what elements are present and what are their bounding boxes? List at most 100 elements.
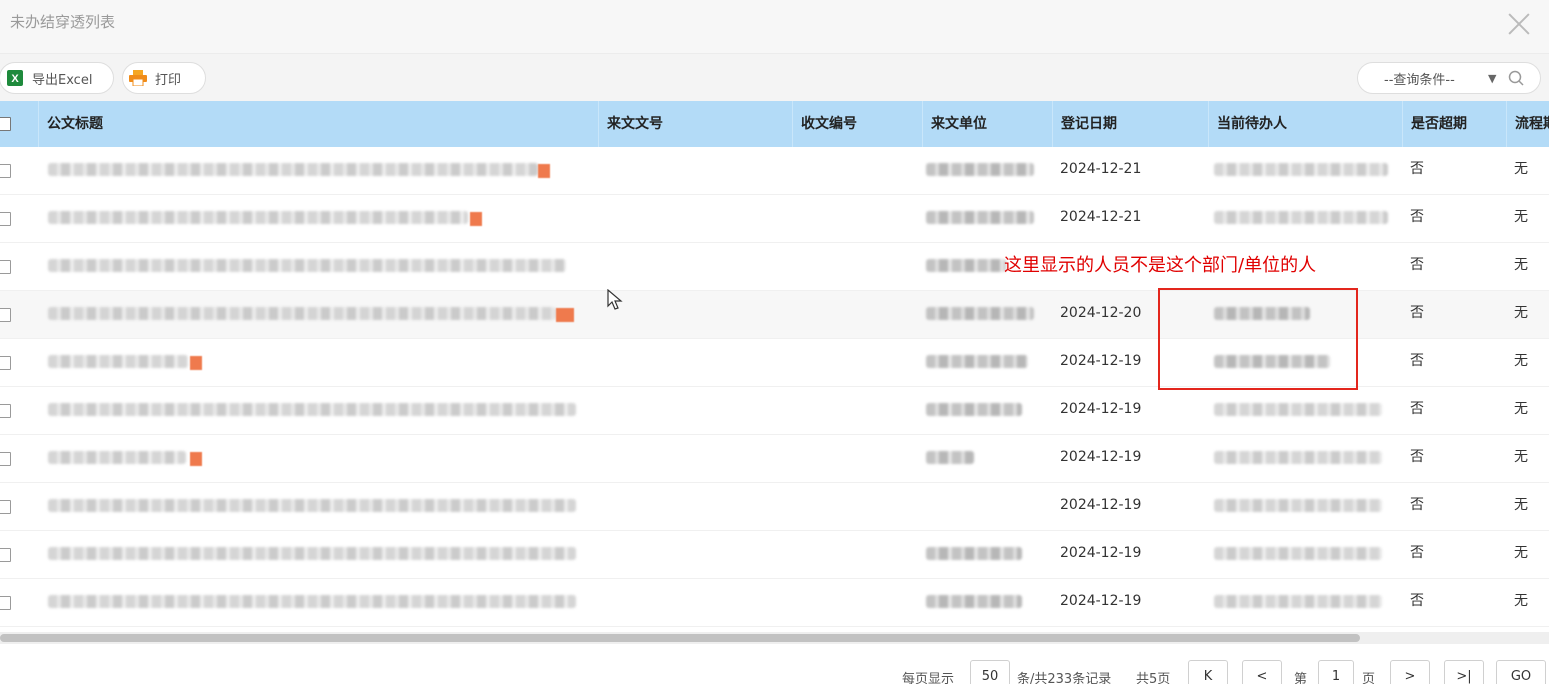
table-row[interactable]: 2024-12-21 否 无 bbox=[0, 195, 1549, 243]
new-marker bbox=[190, 452, 202, 466]
redacted-sender bbox=[926, 307, 1034, 320]
export-excel-button[interactable]: X 导出Excel bbox=[0, 62, 114, 94]
flow-value: 无 bbox=[1514, 449, 1528, 465]
total-records-label: 条/共233条记录 bbox=[1017, 672, 1112, 684]
first-page-button[interactable]: K bbox=[1188, 660, 1228, 684]
page-number-input[interactable]: 1 bbox=[1318, 660, 1354, 684]
redacted-title bbox=[48, 595, 576, 608]
redacted-sender bbox=[926, 259, 1006, 272]
per-page-input[interactable]: 50 bbox=[970, 660, 1010, 684]
redacted-title bbox=[48, 307, 556, 320]
redacted-sender bbox=[926, 451, 974, 464]
redacted-sender bbox=[926, 595, 1022, 608]
redacted-sender bbox=[926, 355, 1028, 368]
overdue-value: 否 bbox=[1410, 161, 1424, 177]
redacted-handler bbox=[1214, 499, 1382, 512]
row-checkbox[interactable] bbox=[0, 356, 11, 370]
horizontal-scrollbar[interactable] bbox=[0, 632, 1549, 644]
flow-value: 无 bbox=[1514, 545, 1528, 561]
redacted-title bbox=[48, 499, 576, 512]
register-date: 2024-12-21 bbox=[1060, 161, 1142, 177]
register-date: 2024-12-19 bbox=[1060, 497, 1142, 513]
page-prefix-label: 第 bbox=[1294, 672, 1308, 684]
query-condition-select[interactable]: --查询条件-- ▼ bbox=[1357, 62, 1541, 94]
overdue-value: 否 bbox=[1410, 257, 1424, 273]
register-date: 2024-12-20 bbox=[1060, 305, 1142, 321]
register-date: 2024-12-19 bbox=[1060, 593, 1142, 609]
print-label: 打印 bbox=[155, 72, 182, 88]
table-row[interactable]: 2024-12-19 否 无 bbox=[0, 483, 1549, 531]
register-date: 2024-12-21 bbox=[1060, 209, 1142, 225]
overdue-value: 否 bbox=[1410, 305, 1424, 321]
go-button[interactable]: GO bbox=[1496, 660, 1546, 684]
flow-value: 无 bbox=[1514, 305, 1528, 321]
redacted-handler bbox=[1214, 211, 1388, 224]
toolbar: X 导出Excel 打印 --查询条件-- ▼ bbox=[0, 54, 1549, 101]
table-row[interactable]: 否 无 bbox=[0, 243, 1549, 291]
redacted-handler bbox=[1214, 451, 1382, 464]
row-checkbox[interactable] bbox=[0, 164, 11, 178]
pagination: 每页显示 50 条/共233条记录 共5页 K < 第 1 页 > >| GO bbox=[0, 650, 1549, 684]
table-header: 公文标题 来文文号 收文编号 来文单位 登记日期 当前待办人 是否超期 流程期 bbox=[0, 101, 1549, 147]
row-checkbox[interactable] bbox=[0, 404, 11, 418]
next-page-button[interactable]: > bbox=[1390, 660, 1430, 684]
register-date: 2024-12-19 bbox=[1060, 353, 1142, 369]
annotation-highlight-box bbox=[1158, 288, 1358, 390]
mouse-cursor-icon bbox=[607, 288, 625, 311]
row-checkbox[interactable] bbox=[0, 308, 11, 322]
select-all-checkbox[interactable] bbox=[0, 117, 11, 131]
flow-value: 无 bbox=[1514, 401, 1528, 417]
prev-page-button[interactable]: < bbox=[1242, 660, 1282, 684]
printer-icon bbox=[129, 69, 147, 87]
redacted-sender bbox=[926, 163, 1034, 176]
row-checkbox[interactable] bbox=[0, 596, 11, 610]
redacted-handler bbox=[1214, 403, 1382, 416]
annotation-note: 这里显示的人员不是这个部门/单位的人 bbox=[1004, 255, 1317, 276]
print-button[interactable]: 打印 bbox=[122, 62, 206, 94]
column-header-register-date[interactable]: 登记日期 bbox=[1052, 101, 1208, 147]
flow-value: 无 bbox=[1514, 593, 1528, 609]
overdue-value: 否 bbox=[1410, 497, 1424, 513]
table-row[interactable]: 2024-12-19 否 无 bbox=[0, 579, 1549, 627]
redacted-handler bbox=[1214, 595, 1382, 608]
close-icon[interactable] bbox=[1507, 12, 1531, 36]
page-suffix-label: 页 bbox=[1362, 672, 1376, 684]
flow-value: 无 bbox=[1514, 209, 1528, 225]
column-header-current-handler[interactable]: 当前待办人 bbox=[1208, 101, 1402, 147]
column-header-doc-number[interactable]: 来文文号 bbox=[598, 101, 792, 147]
excel-icon: X bbox=[6, 69, 24, 87]
flow-value: 无 bbox=[1514, 353, 1528, 369]
column-header-overdue[interactable]: 是否超期 bbox=[1402, 101, 1506, 147]
redacted-sender bbox=[926, 211, 1034, 224]
dropdown-caret-icon[interactable]: ▼ bbox=[1488, 72, 1496, 85]
column-header-title[interactable]: 公文标题 bbox=[38, 101, 598, 147]
search-icon[interactable] bbox=[1508, 70, 1524, 86]
scrollbar-thumb[interactable] bbox=[0, 634, 1360, 642]
table-row[interactable]: 2024-12-21 否 无 bbox=[0, 147, 1549, 195]
redacted-title bbox=[48, 259, 566, 272]
overdue-value: 否 bbox=[1410, 593, 1424, 609]
row-checkbox[interactable] bbox=[0, 260, 11, 274]
table-row[interactable]: 2024-12-19 否 无 bbox=[0, 435, 1549, 483]
new-marker bbox=[470, 212, 482, 226]
register-date: 2024-12-19 bbox=[1060, 449, 1142, 465]
overdue-value: 否 bbox=[1410, 449, 1424, 465]
redacted-sender bbox=[926, 547, 1022, 560]
table-row[interactable]: 2024-12-19 否 无 bbox=[0, 387, 1549, 435]
row-checkbox[interactable] bbox=[0, 452, 11, 466]
redacted-title bbox=[48, 547, 576, 560]
column-header-flow[interactable]: 流程期 bbox=[1506, 101, 1549, 147]
row-checkbox[interactable] bbox=[0, 500, 11, 514]
register-date: 2024-12-19 bbox=[1060, 401, 1142, 417]
last-page-button[interactable]: >| bbox=[1444, 660, 1484, 684]
total-pages-label: 共5页 bbox=[1136, 672, 1171, 684]
redacted-title bbox=[48, 403, 576, 416]
column-header-receipt-number[interactable]: 收文编号 bbox=[792, 101, 922, 147]
row-checkbox[interactable] bbox=[0, 548, 11, 562]
column-header-sender-unit[interactable]: 来文单位 bbox=[922, 101, 1052, 147]
redacted-title bbox=[48, 163, 538, 176]
table-row[interactable]: 2024-12-19 否 无 bbox=[0, 531, 1549, 579]
row-checkbox[interactable] bbox=[0, 212, 11, 226]
redacted-title bbox=[48, 211, 468, 224]
dialog-title-bar: 未办结穿透列表 bbox=[0, 0, 1549, 54]
